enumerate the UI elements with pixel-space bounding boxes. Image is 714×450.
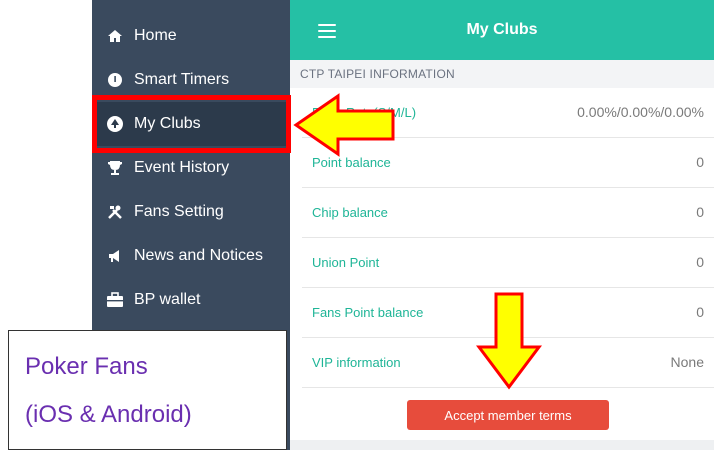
sidebar-item-label: Fans Setting [134, 203, 224, 220]
info-row-rake-rate: Rake Rate(S/M/L) 0.00%/0.00%/0.00% [302, 88, 714, 138]
section-header: CTP TAIPEI INFORMATION [290, 60, 714, 88]
row-label: Fans Point balance [312, 305, 424, 320]
callout-box: Poker Fans (iOS & Android) [8, 330, 287, 450]
timer-icon [106, 71, 124, 89]
info-row-fans-point-balance: Fans Point balance 0 [302, 288, 714, 338]
highlight-box [92, 95, 291, 153]
info-row-union-point: Union Point 0 [302, 238, 714, 288]
briefcase-icon [106, 291, 124, 309]
sidebar-item-home[interactable]: Home [92, 14, 290, 58]
row-value: 0 [696, 204, 704, 220]
sidebar-item-bp-wallet[interactable]: BP wallet [92, 278, 290, 322]
sidebar-item-news-and-notices[interactable]: News and Notices [92, 234, 290, 278]
info-row-chip-balance: Chip balance 0 [302, 188, 714, 238]
row-value: 0 [696, 154, 704, 170]
home-icon [106, 27, 124, 45]
row-label: VIP information [312, 355, 401, 370]
sidebar-item-label: Smart Timers [134, 71, 230, 88]
page-title: My Clubs [466, 21, 538, 38]
sidebar-item-label: BP wallet [134, 291, 201, 308]
tools-icon [106, 203, 124, 221]
info-row-vip-information[interactable]: VIP information None [302, 338, 714, 388]
callout-subtitle: (iOS & Android) [25, 401, 192, 428]
bottom-divider [290, 440, 714, 450]
trophy-icon [106, 159, 124, 177]
megaphone-icon [106, 247, 124, 265]
main-panel: My Clubs CTP TAIPEI INFORMATION Rake Rat… [290, 0, 714, 450]
sidebar-item-label: Home [134, 27, 177, 44]
callout-title: Poker Fans [25, 353, 148, 380]
row-value: None [670, 354, 704, 370]
row-value: 0 [696, 304, 704, 320]
sidebar-item-label: Event History [134, 159, 230, 176]
accept-member-terms-button[interactable]: Accept member terms [407, 400, 609, 430]
row-value: 0.00%/0.00%/0.00% [577, 104, 704, 120]
button-row: Accept member terms [290, 390, 714, 440]
row-label: Point balance [312, 155, 391, 170]
row-label: Union Point [312, 255, 380, 270]
row-value: 0 [696, 254, 704, 270]
sidebar-item-label: News and Notices [134, 247, 263, 264]
row-label: Rake Rate(S/M/L) [312, 105, 417, 120]
info-row-point-balance: Point balance 0 [302, 138, 714, 188]
sidebar-item-fans-setting[interactable]: Fans Setting [92, 190, 290, 234]
row-label: Chip balance [312, 205, 388, 220]
top-bar: My Clubs [290, 0, 714, 60]
